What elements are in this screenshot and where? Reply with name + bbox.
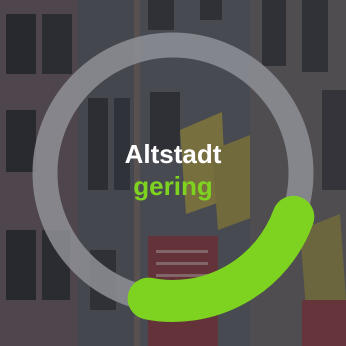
location-name: Altstadt bbox=[124, 139, 222, 169]
density-level: gering bbox=[133, 171, 213, 201]
density-widget: Altstadt gering bbox=[0, 0, 346, 346]
center-label: Altstadt gering bbox=[0, 138, 346, 202]
gauge-level-arc bbox=[127, 195, 315, 322]
